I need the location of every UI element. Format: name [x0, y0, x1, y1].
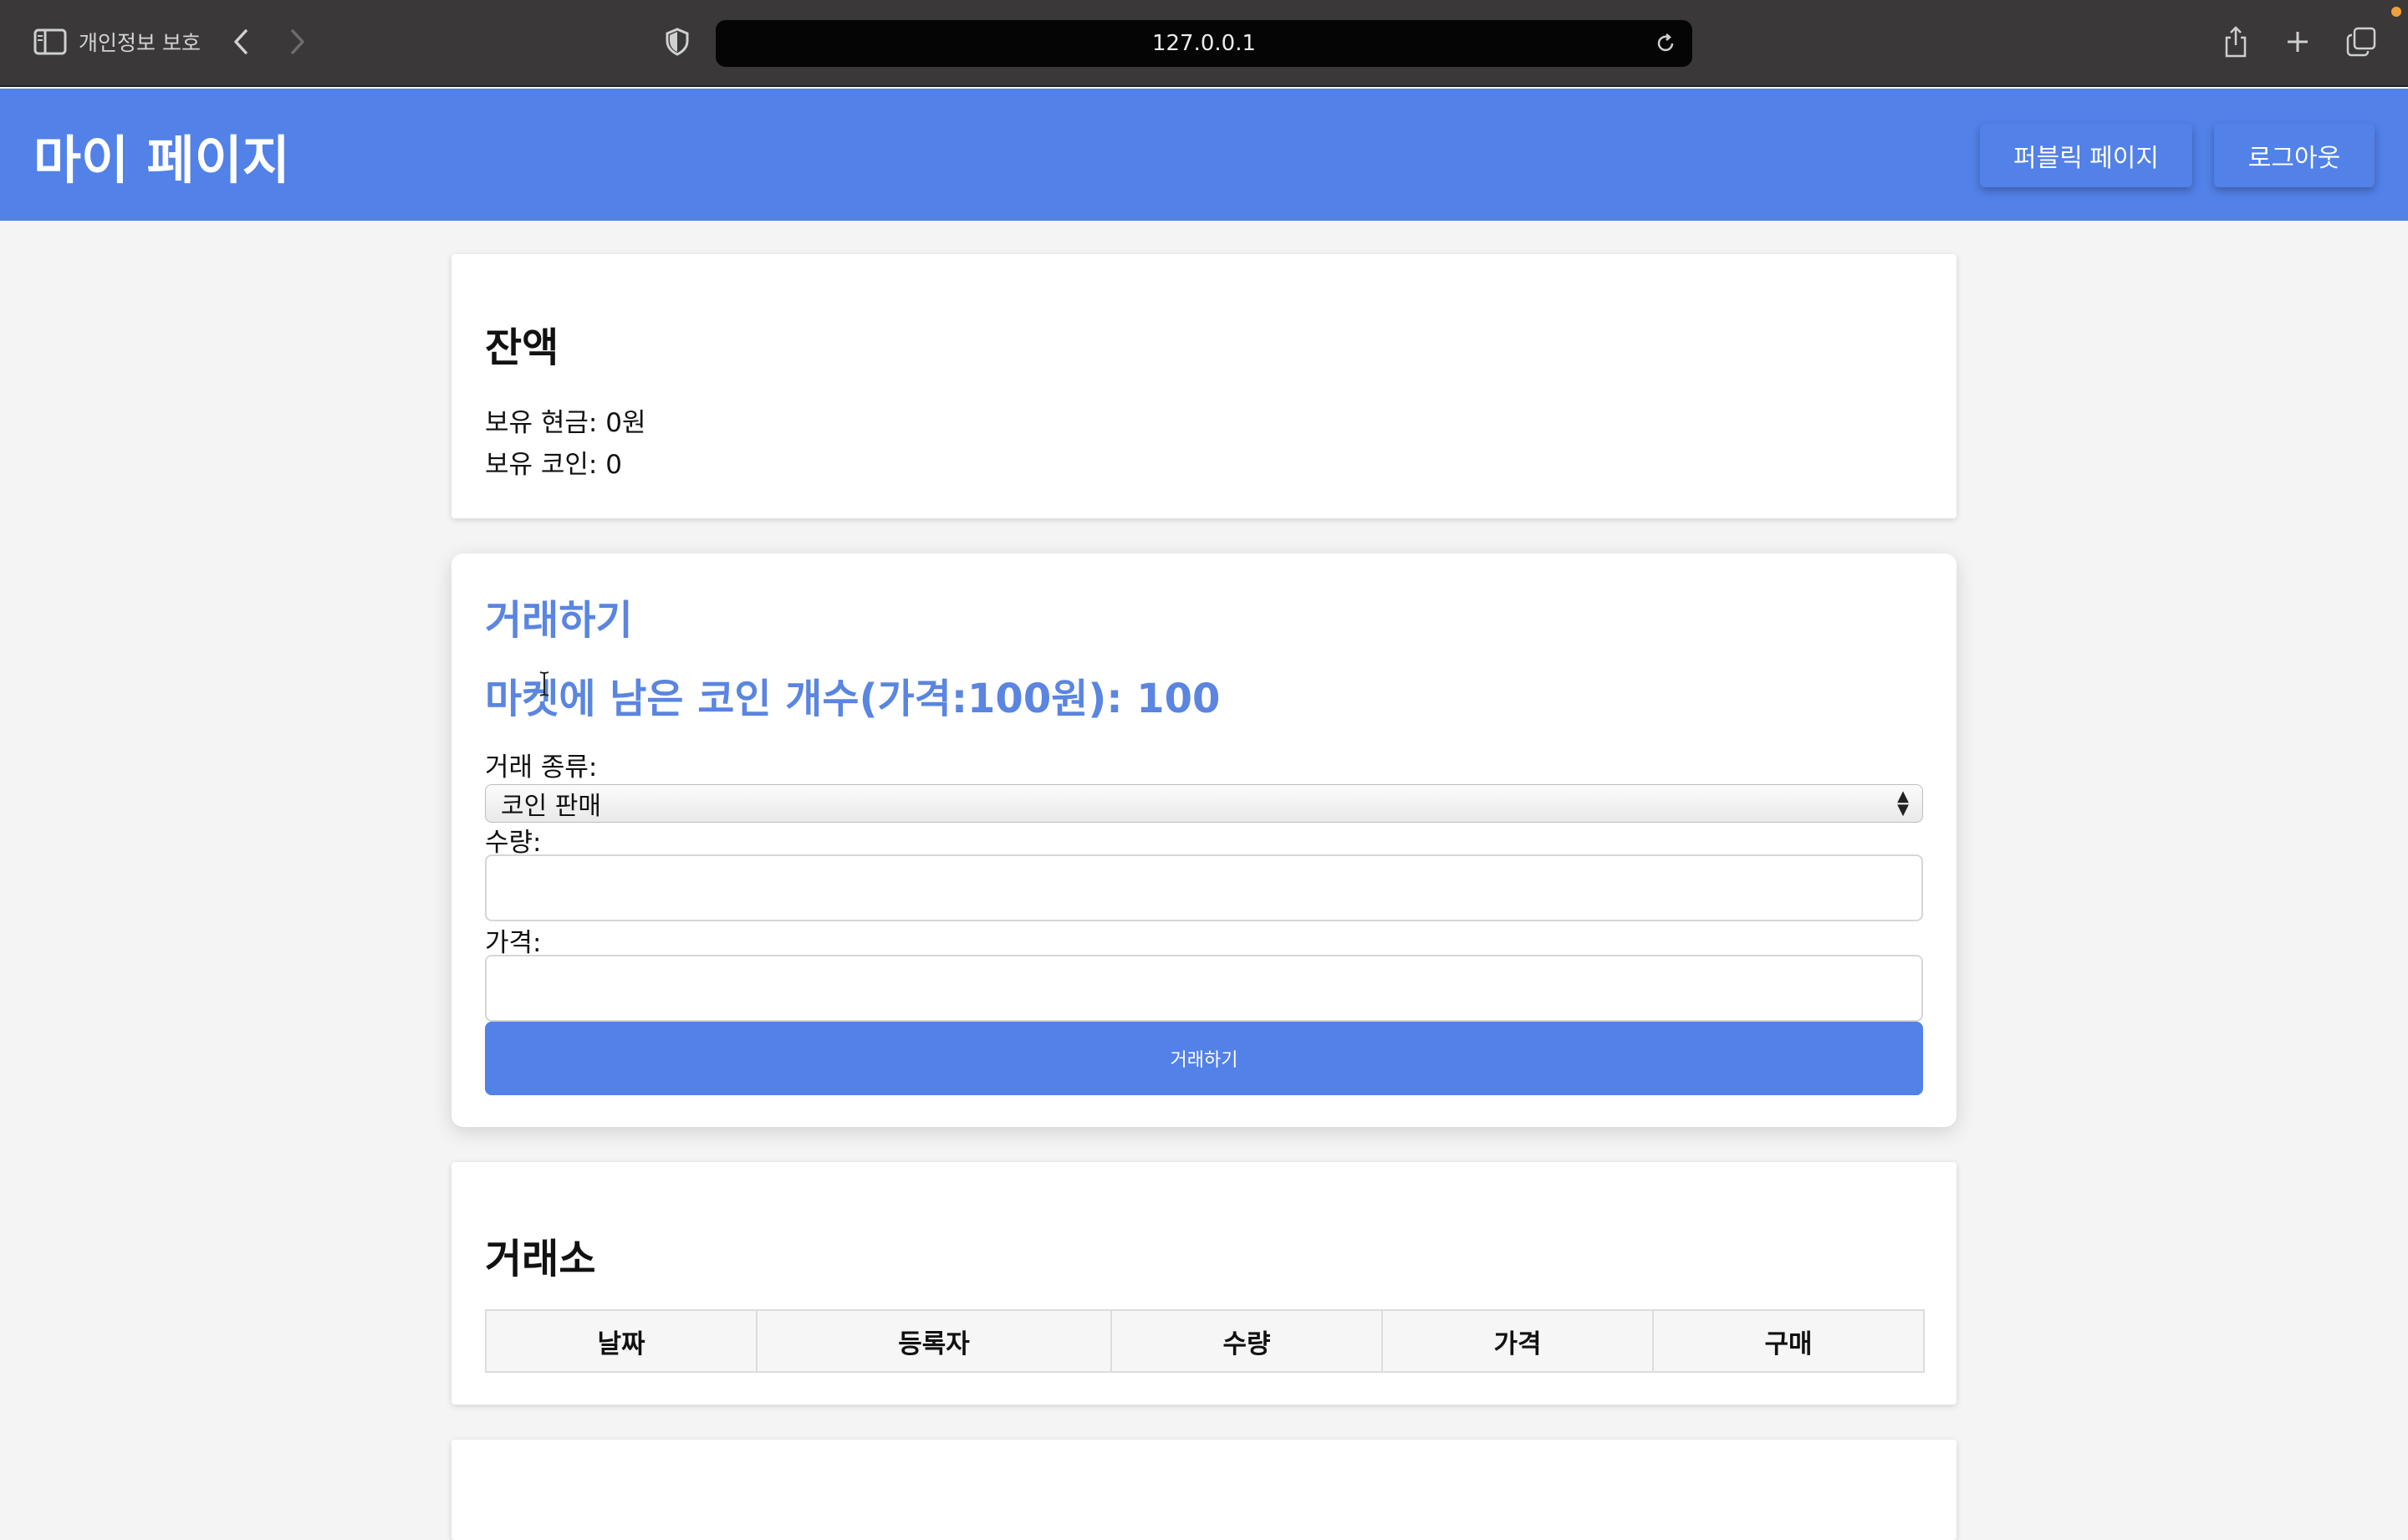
app-header: 마이 페이지 퍼블릭 페이지 로그아웃 — [0, 89, 2408, 221]
public-page-button[interactable]: 퍼블릭 페이지 — [1980, 124, 2192, 187]
trade-type-select[interactable]: 코인 판매 ▲ ▼ — [485, 784, 1923, 823]
market-title: 거래소 — [485, 1236, 596, 1282]
column-header-buy: 구매 — [1652, 1309, 1925, 1373]
trade-type-label: 거래 종류: — [485, 752, 598, 783]
privacy-label[interactable]: 개인정보 보호 — [79, 25, 201, 59]
quantity-input[interactable] — [485, 854, 1923, 921]
table-header-row: 날짜 등록자 수량 가격 구매 — [485, 1309, 1925, 1373]
page-title: 마이 페이지 — [33, 130, 290, 191]
tabs-icon[interactable] — [2341, 22, 2381, 62]
sidebar-icon[interactable] — [32, 25, 69, 59]
trade-card: 거래하기 마켓에 남은 코인 개수(가격:100원): 100 거래 종류: 코… — [452, 553, 1956, 1127]
plus-icon[interactable] — [2279, 22, 2316, 62]
quantity-label: 수량: — [485, 828, 542, 858]
column-header-date: 날짜 — [485, 1309, 758, 1373]
next-card — [452, 1440, 1956, 1540]
trade-submit-button[interactable]: 거래하기 — [485, 1022, 1923, 1095]
price-label: 가격: — [485, 928, 542, 958]
text-cursor-icon — [538, 671, 550, 697]
share-icon[interactable] — [2217, 22, 2254, 62]
trade-type-selected: 코인 판매 — [501, 792, 601, 821]
price-input[interactable] — [485, 955, 1923, 1022]
logout-button[interactable]: 로그아웃 — [2214, 124, 2375, 187]
trade-title: 거래하기 — [485, 597, 633, 644]
coin-balance: 보유 코인: 0 — [485, 450, 622, 480]
balance-title: 잔액 — [485, 324, 559, 371]
cash-balance: 보유 현금: 0원 — [485, 408, 646, 438]
market-remaining-text: 마켓에 남은 코인 개수(가격:100원): 100 — [485, 676, 1221, 722]
recording-indicator — [2391, 7, 2401, 17]
column-header-quantity: 수량 — [1110, 1309, 1383, 1373]
url-text: 127.0.0.1 — [1151, 31, 1257, 56]
column-header-price: 가격 — [1381, 1309, 1654, 1373]
browser-toolbar: 개인정보 보호 127.0.0.1 — [0, 0, 2408, 87]
reload-icon[interactable] — [1650, 28, 1681, 59]
market-table: 날짜 등록자 수량 가격 구매 — [485, 1309, 1925, 1373]
column-header-registrant: 등록자 — [756, 1309, 1112, 1373]
balance-card: 잔액 보유 현금: 0원 보유 코인: 0 — [452, 254, 1956, 518]
shield-icon[interactable] — [661, 25, 694, 59]
chevron-left-icon[interactable] — [224, 23, 258, 60]
chevron-right-icon[interactable] — [281, 23, 314, 60]
select-arrows-icon: ▲ ▼ — [1897, 788, 1909, 818]
market-card: 거래소 날짜 등록자 수량 가격 구매 — [452, 1162, 1956, 1405]
address-bar[interactable]: 127.0.0.1 — [716, 20, 1692, 67]
